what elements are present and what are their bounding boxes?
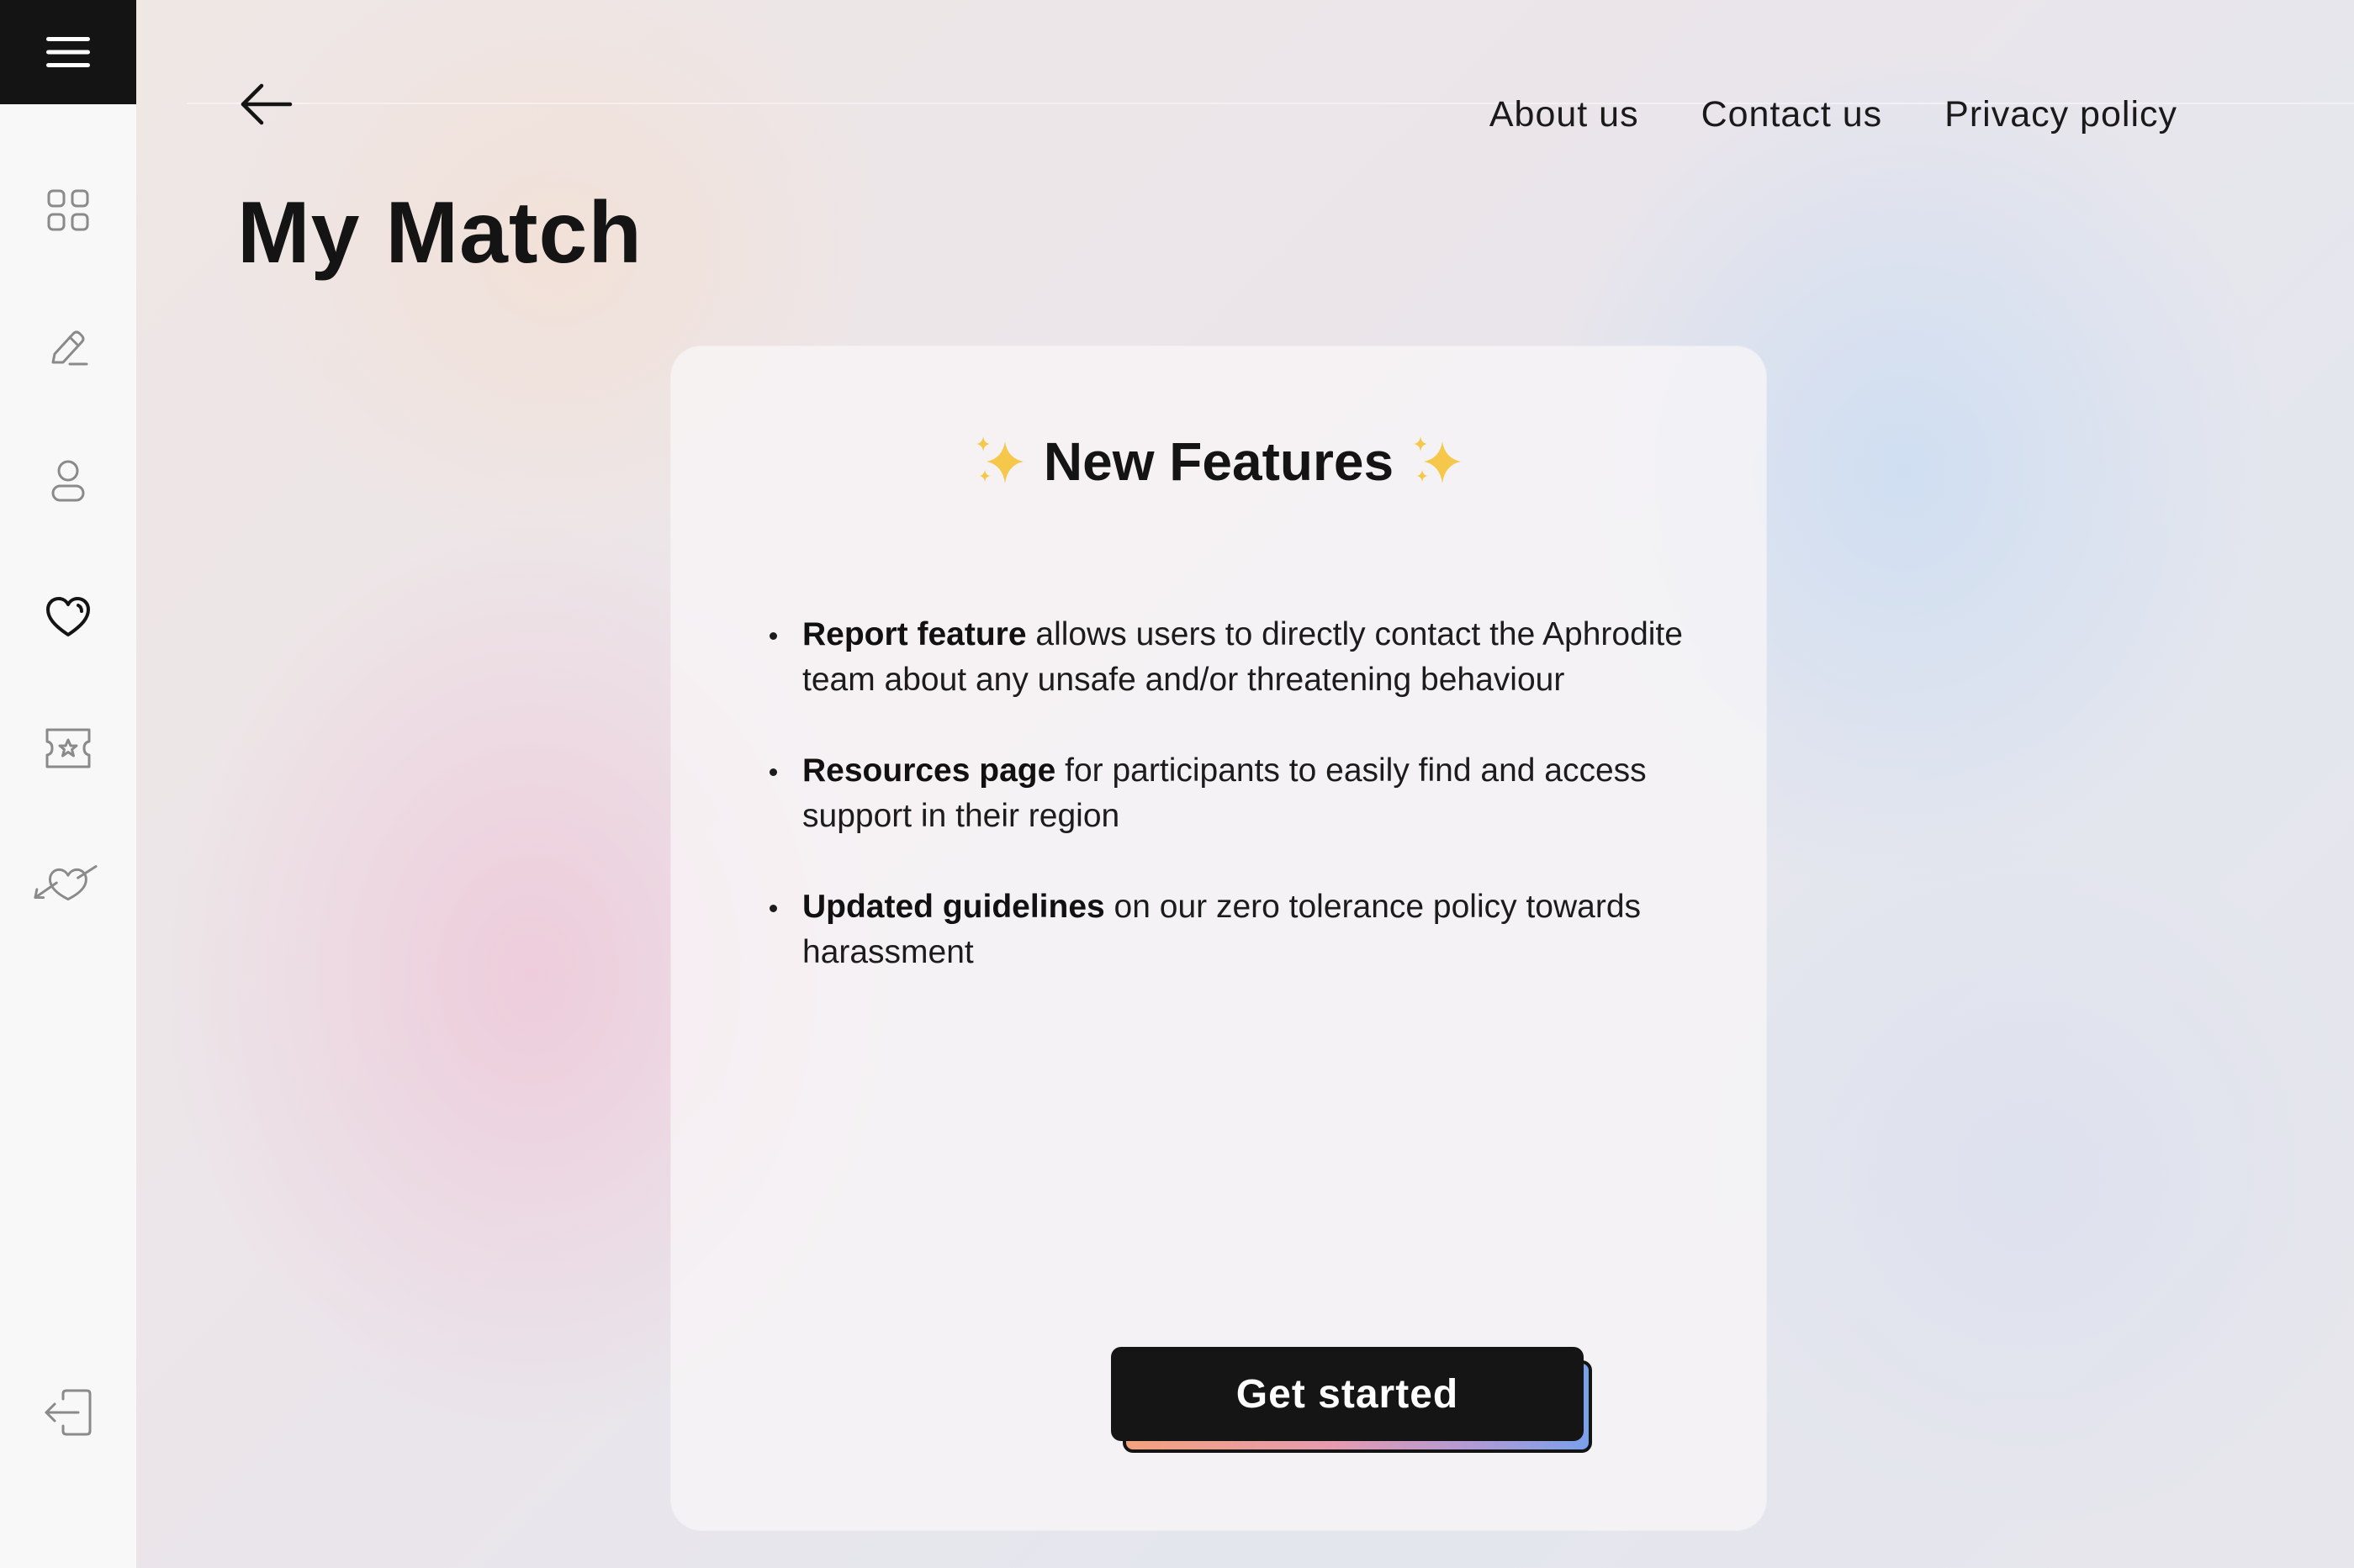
- new-features-card: New Features Report feature allows users…: [671, 346, 1766, 1530]
- get-started-wrapper: Get started: [1111, 1347, 1594, 1456]
- sparkles-icon: [976, 436, 1024, 483]
- card-title: New Features: [1043, 431, 1394, 492]
- page-title: My Match: [237, 184, 643, 282]
- feature-name: Report feature: [802, 616, 1027, 652]
- list-item: Resources page for participants to easil…: [770, 748, 1695, 839]
- feature-name: Resources page: [802, 752, 1056, 789]
- top-nav: About us Contact us Privacy policy: [1489, 94, 2177, 135]
- profile-icon[interactable]: [34, 447, 102, 515]
- arrow-left-icon[interactable]: [227, 74, 304, 135]
- main-content: About us Contact us Privacy policy My Ma…: [136, 0, 2354, 1568]
- hamburger-menu-icon[interactable]: [0, 0, 136, 104]
- nav-contact-us[interactable]: Contact us: [1701, 94, 1883, 135]
- flying-heart-icon[interactable]: [32, 849, 99, 916]
- list-item: Report feature allows users to directly …: [770, 612, 1695, 703]
- card-header: New Features: [671, 430, 1766, 493]
- get-started-button[interactable]: Get started: [1111, 1347, 1584, 1441]
- grid-icon[interactable]: [34, 177, 102, 244]
- pencil-icon[interactable]: [34, 314, 102, 381]
- logout-icon[interactable]: [34, 1379, 102, 1446]
- ticket-star-icon[interactable]: [34, 715, 102, 782]
- list-item: Updated guidelines on our zero tolerance…: [770, 884, 1695, 975]
- feature-list: Report feature allows users to directly …: [770, 612, 1695, 1021]
- heart-icon[interactable]: [34, 583, 102, 651]
- nav-about-us[interactable]: About us: [1489, 94, 1639, 135]
- sparkles-icon: [1414, 436, 1462, 483]
- sidebar: [0, 0, 136, 1568]
- nav-privacy-policy[interactable]: Privacy policy: [1944, 94, 2177, 135]
- feature-name: Updated guidelines: [802, 889, 1105, 925]
